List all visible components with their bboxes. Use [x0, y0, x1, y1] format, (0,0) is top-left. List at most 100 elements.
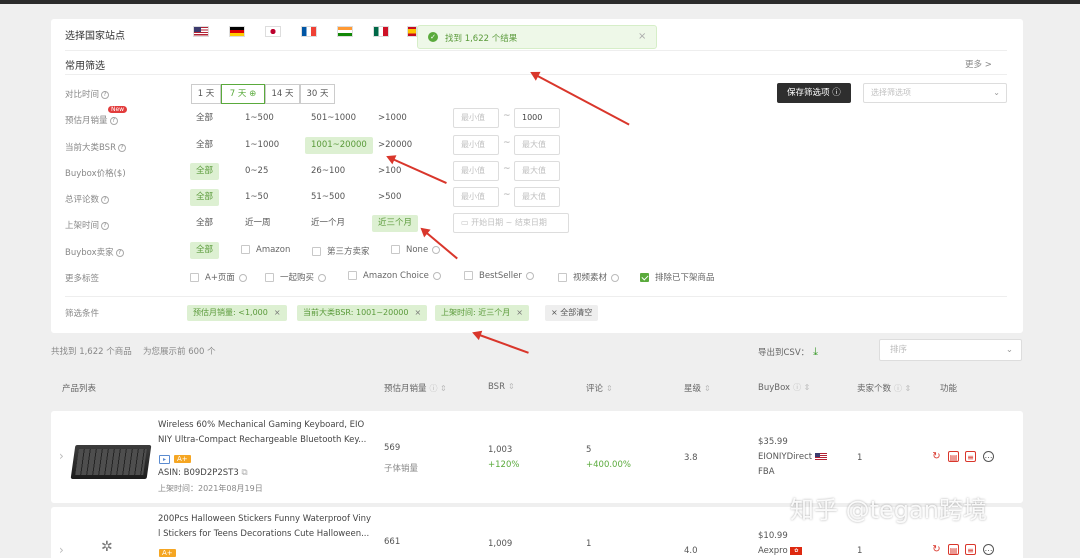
reviews-option[interactable]: 51~500 [305, 189, 351, 206]
in-flag-icon[interactable] [337, 26, 353, 37]
price-option[interactable]: 26~100 [305, 163, 351, 180]
tag-video-checkbox[interactable]: 视频素材 [558, 271, 620, 283]
mx-flag-icon[interactable] [373, 26, 389, 37]
seller-count: 1 [857, 453, 863, 463]
listed-option[interactable]: 近一周 [239, 215, 277, 232]
refresh-icon[interactable]: ↻ [931, 544, 942, 555]
col-reviews[interactable]: 评论 ⇕ [586, 382, 613, 394]
col-bsr[interactable]: BSR ⇕ [488, 382, 515, 392]
sales-option[interactable]: 501~1000 [305, 110, 362, 127]
day-option-selected[interactable]: 7 天 ⊕ [221, 84, 265, 104]
price-max-input[interactable]: 最大值 [514, 161, 560, 181]
listed-option-selected[interactable]: 近三个月 [372, 215, 419, 232]
condition-tag[interactable]: 当前大类BSR: 1001~20000 × [297, 305, 428, 321]
es-flag-icon[interactable] [407, 26, 417, 37]
buybox-seller-label: Buybox卖家? [65, 246, 124, 258]
success-toast: ✓ 找到 1,622 个结果 × [417, 25, 657, 49]
condition-tag[interactable]: 上架时间: 近三个月 × [435, 305, 529, 321]
clear-all-button[interactable]: × 全部清空 [545, 305, 599, 321]
condition-tag[interactable]: 预估月销量: <1,000 × [187, 305, 287, 321]
annotation-arrow [473, 332, 529, 354]
price-label: Buybox价格($) [65, 169, 126, 179]
reviews-option[interactable]: 1~50 [239, 189, 274, 206]
price-min-input[interactable]: 最小值 [453, 161, 499, 181]
save-filter-button[interactable]: 保存筛选项 ⓘ [777, 83, 851, 103]
seller-option-none[interactable]: None [391, 245, 441, 255]
col-sales[interactable]: 预估月销量 ⓘ ⇕ [384, 382, 447, 394]
listed-option[interactable]: 近一个月 [305, 215, 351, 232]
more-link[interactable]: 更多 > [965, 58, 992, 70]
seller-name[interactable]: Aexpro ✿ [758, 546, 803, 556]
jp-flag-icon[interactable] [265, 26, 281, 37]
chart-icon[interactable]: ▤ [948, 451, 959, 462]
close-icon[interactable]: × [274, 308, 281, 317]
play-icon: ▸ [159, 455, 170, 464]
bsr-min-input[interactable]: 最小值 [453, 135, 499, 155]
reviews-min-input[interactable]: 最小值 [453, 187, 499, 207]
document-icon[interactable]: ≡ [965, 451, 976, 462]
more-icon[interactable]: ⋯ [983, 544, 994, 555]
sales-option[interactable]: 1~500 [239, 110, 280, 127]
seller-option-selected[interactable]: 全部 [190, 242, 220, 259]
col-buybox[interactable]: BuyBox ⓘ ⇕ [758, 382, 810, 393]
filter-preset-select[interactable]: 选择筛选项 ⌄ [863, 83, 1007, 103]
export-csv-link[interactable]: 导出到CSV： ⤓ [758, 345, 818, 359]
bsr-option[interactable]: 1~1000 [239, 137, 285, 154]
bsr-option[interactable]: 全部 [190, 137, 219, 154]
sales-max-input[interactable]: 1000 [514, 108, 560, 128]
us-flag-icon[interactable] [193, 26, 209, 37]
day-option[interactable]: 1 天 [191, 84, 221, 104]
day-option[interactable]: 14 天 [265, 84, 300, 104]
sales-option[interactable]: 全部 [190, 110, 219, 127]
bsr-value: 1,009 [488, 539, 513, 549]
buybox-seller-row: Buybox卖家? 全部 Amazon 第三方卖家 None [51, 240, 1023, 264]
tag-amazon-choice-checkbox[interactable]: Amazon Choice [348, 271, 441, 281]
product-image[interactable] [70, 445, 152, 479]
listed-time-row: 上架时间? 全部 近一周 近一个月 近三个月 ▭ 开始日期 ~ 结束日期 [51, 213, 1023, 237]
price-option[interactable]: 0~25 [239, 163, 274, 180]
sales-option[interactable]: >1000 [372, 110, 413, 127]
document-icon[interactable]: ≡ [965, 544, 976, 555]
product-title[interactable]: Wireless 60% Mechanical Gaming Keyboard,… [158, 418, 366, 448]
seller-name[interactable]: EIONIYDirect [758, 452, 827, 462]
refresh-icon[interactable]: ↻ [931, 451, 942, 462]
listed-option[interactable]: 全部 [190, 215, 219, 232]
col-sellers[interactable]: 卖家个数 ⓘ ⇕ [857, 382, 911, 394]
fr-flag-icon[interactable] [301, 26, 317, 37]
price-option[interactable]: >100 [372, 163, 407, 180]
price-option-selected[interactable]: 全部 [190, 163, 220, 180]
reviews-option[interactable]: >500 [372, 189, 407, 206]
sort-icon: ⇕ [507, 382, 515, 391]
close-icon[interactable]: × [415, 308, 422, 317]
tag-exclude-delisted-checkbox[interactable]: 排除已下架商品 [640, 271, 715, 283]
price-value: $35.99 [758, 437, 788, 447]
day-option[interactable]: 30 天 [300, 84, 335, 104]
product-title[interactable]: 200Pcs Halloween Stickers Funny Waterpro… [158, 512, 371, 542]
reviews-option-selected[interactable]: 全部 [190, 189, 220, 206]
seller-option-3p[interactable]: 第三方卖家 [312, 245, 370, 257]
bsr-option-selected[interactable]: 1001~20000 [305, 137, 373, 154]
chart-icon[interactable]: ▤ [948, 544, 959, 555]
date-range-input[interactable]: ▭ 开始日期 ~ 结束日期 [453, 213, 569, 233]
close-icon[interactable]: × [516, 308, 523, 317]
col-rating[interactable]: 星级 ⇕ [684, 382, 711, 394]
sort-select[interactable]: 排序 ⌄ [879, 339, 1022, 361]
chevron-right-icon[interactable]: › [59, 449, 64, 463]
sort-icon: ⓘ ⇕ [793, 383, 811, 392]
chevron-right-icon[interactable]: › [59, 543, 64, 557]
tag-bestseller-checkbox[interactable]: BestSeller [464, 271, 534, 281]
bsr-option[interactable]: >20000 [372, 137, 418, 154]
sales-min-input[interactable]: 最小值 [453, 108, 499, 128]
reviews-max-input[interactable]: 最大值 [514, 187, 560, 207]
copy-icon[interactable]: ⧉ [241, 468, 247, 478]
more-icon[interactable]: ⋯ [983, 451, 994, 462]
price-value: $10.99 [758, 531, 788, 541]
tag-aplus-checkbox[interactable]: A+页面 [190, 271, 247, 283]
listed-date: 上架时间：2021年08月19日 [158, 484, 263, 493]
seller-option-amazon[interactable]: Amazon [241, 245, 290, 255]
reviews-value: 5 [586, 445, 592, 455]
bsr-max-input[interactable]: 最大值 [514, 135, 560, 155]
tag-bought-together-checkbox[interactable]: 一起购买 [265, 271, 327, 283]
de-flag-icon[interactable] [229, 26, 245, 37]
toast-close-icon[interactable]: × [638, 31, 646, 42]
